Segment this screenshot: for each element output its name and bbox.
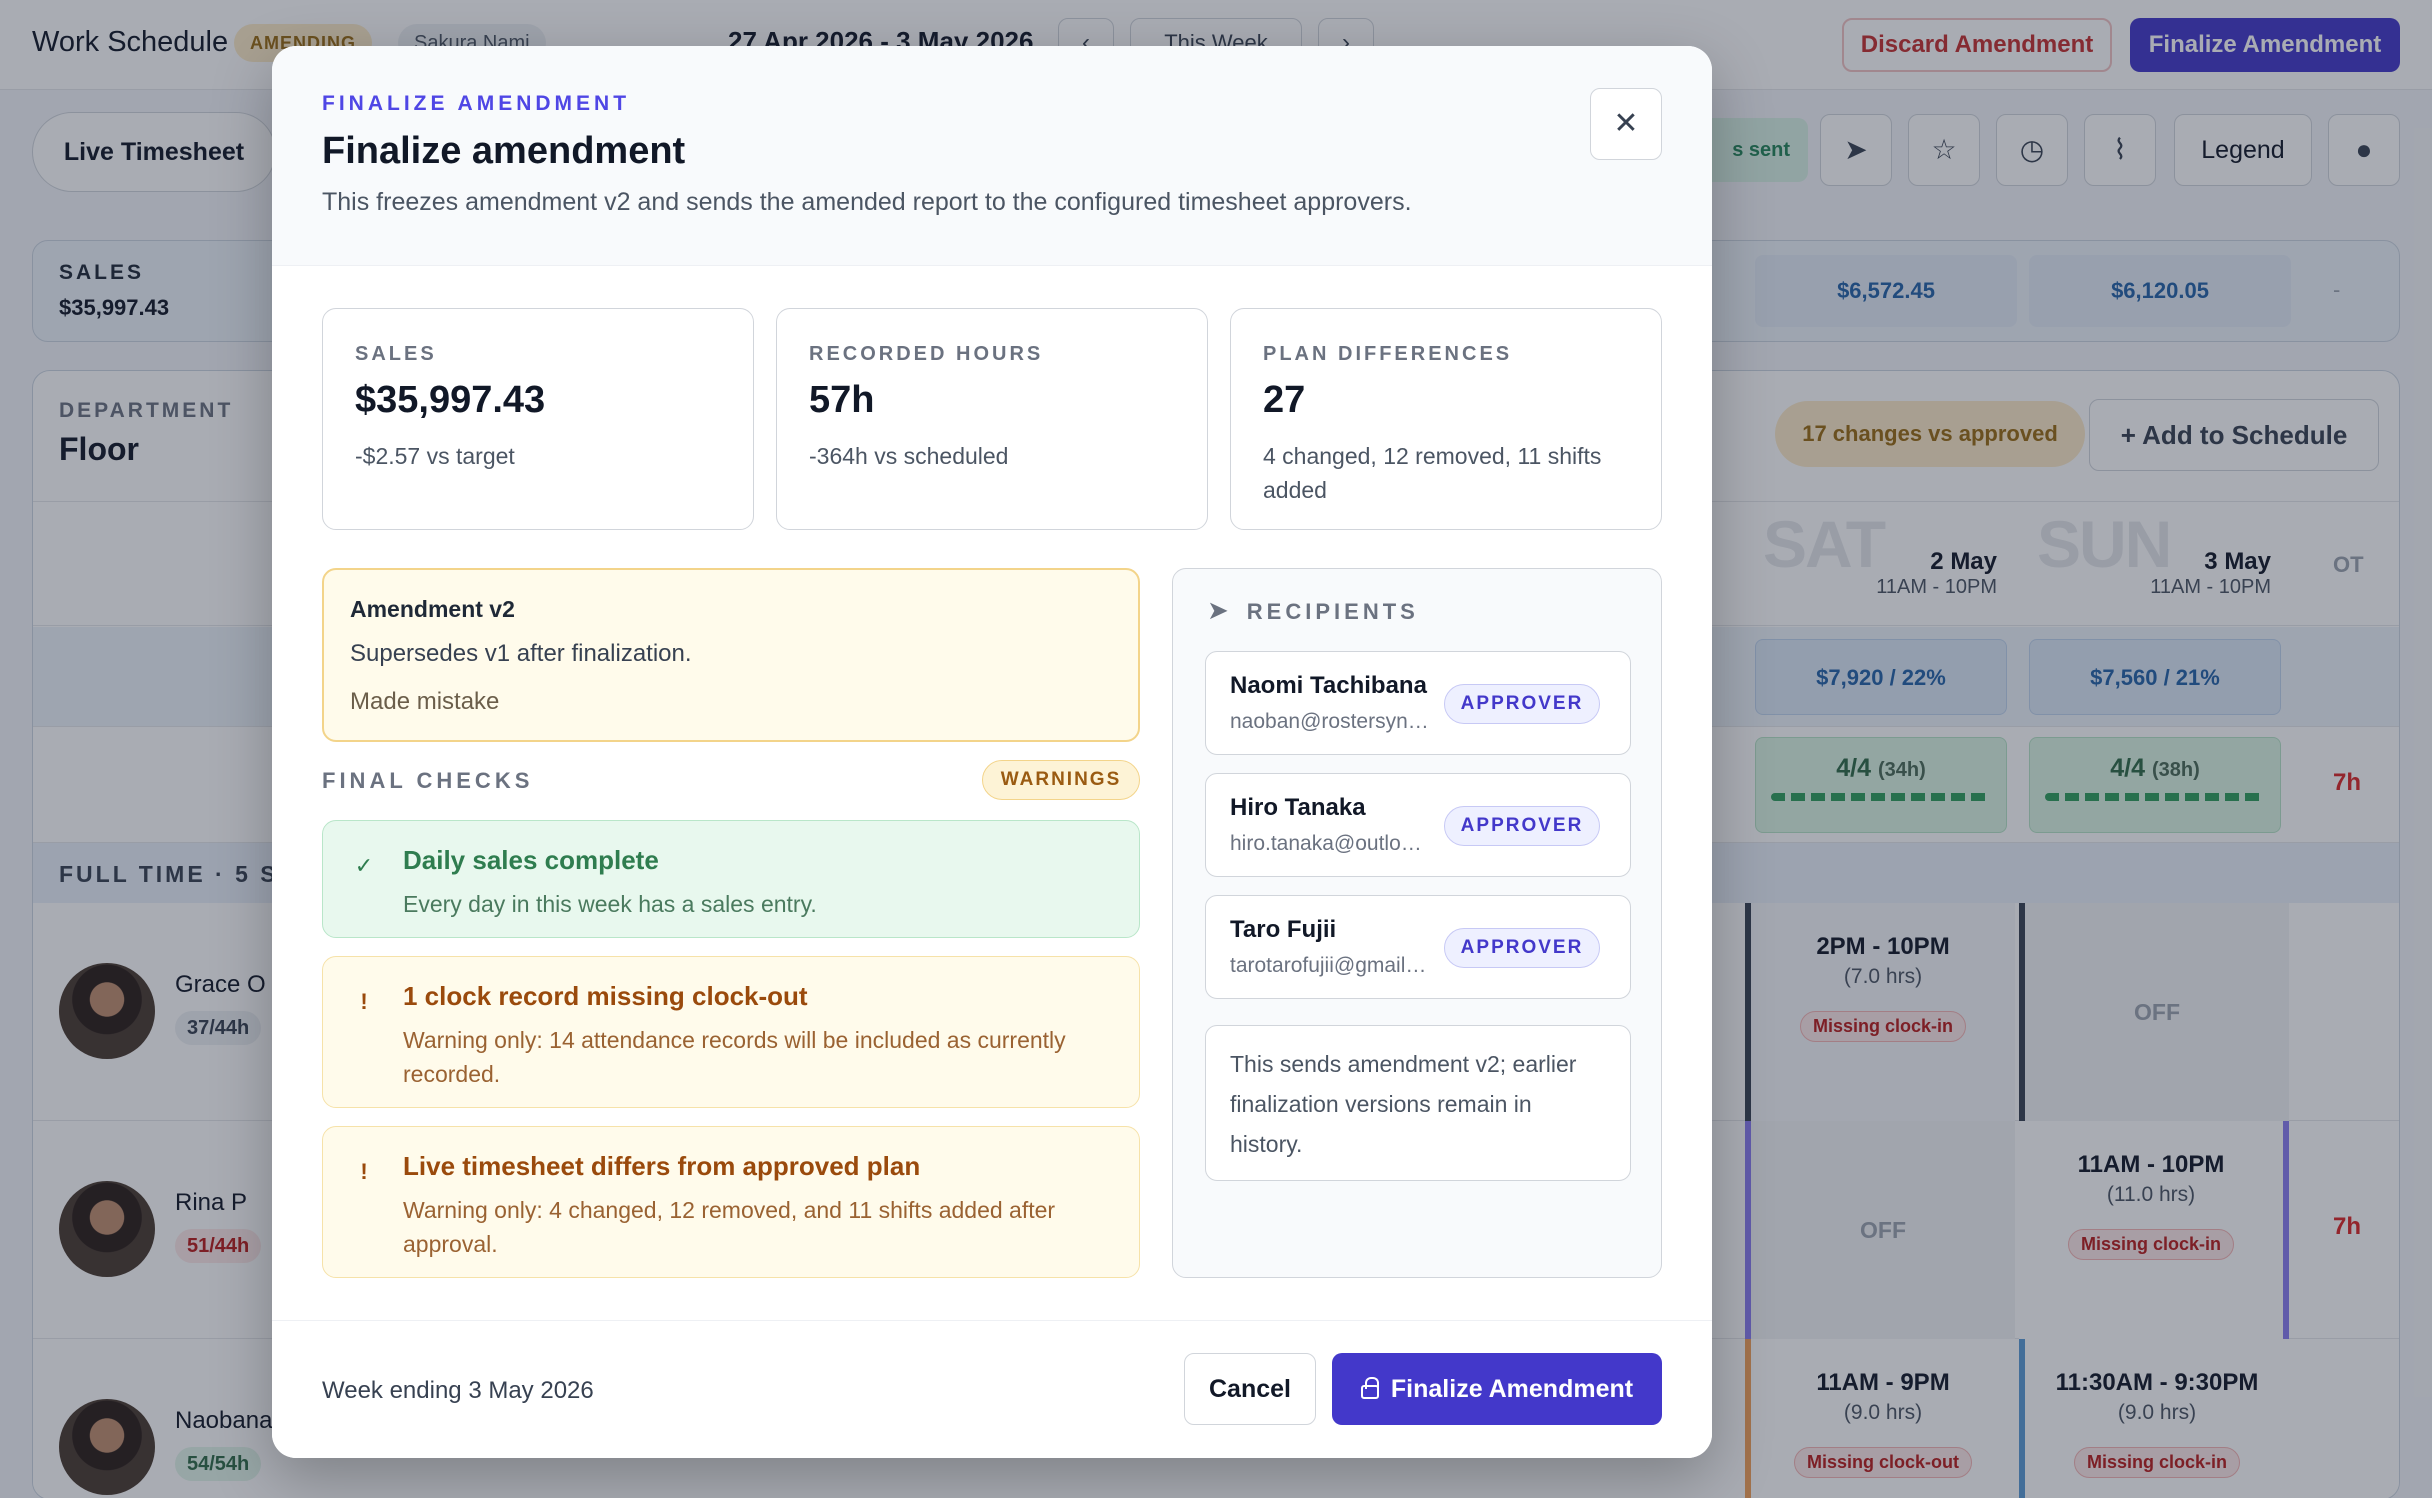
dialog-title: Finalize amendment bbox=[322, 130, 686, 172]
recipient-role-badge: APPROVER bbox=[1444, 806, 1600, 846]
stat-subtext: -$2.57 vs target bbox=[355, 443, 515, 469]
check-title: 1 clock record missing clock-out bbox=[403, 981, 808, 1011]
recipients-label: RECIPIENTS bbox=[1246, 599, 1419, 624]
check-icon: ✓ bbox=[354, 853, 374, 878]
recipient-email: naoban@rostersync.example bbox=[1230, 710, 1430, 733]
recipient-role-badge: APPROVER bbox=[1444, 928, 1600, 968]
recipient-role-badge: APPROVER bbox=[1444, 684, 1600, 724]
amendment-note: Made mistake bbox=[350, 688, 500, 715]
cancel-button[interactable]: Cancel bbox=[1184, 1353, 1316, 1425]
check-daily-sales: ✓ Daily sales complete Every day in this… bbox=[322, 820, 1140, 938]
recipient-email: tarotarofujii@gmail.example bbox=[1230, 954, 1430, 977]
dialog-eyebrow: FINALIZE AMENDMENT bbox=[322, 92, 631, 115]
stat-label: PLAN DIFFERENCES bbox=[1263, 343, 1513, 365]
check-title: Daily sales complete bbox=[403, 845, 659, 875]
amendment-info-box: Amendment v2 Supersedes v1 after finaliz… bbox=[322, 568, 1140, 742]
send-icon: ➤ bbox=[1207, 595, 1233, 625]
close-button[interactable]: ✕ bbox=[1590, 88, 1662, 160]
recipient-card: Taro Fujii tarotarofujii@gmail.example A… bbox=[1205, 895, 1631, 999]
lock-icon bbox=[1360, 1377, 1379, 1399]
stat-value: $35,997.43 bbox=[355, 379, 546, 421]
amendment-supersedes: Supersedes v1 after finalization. bbox=[350, 640, 692, 667]
dialog-footer: Week ending 3 May 2026 Cancel Finalize A… bbox=[272, 1320, 1712, 1458]
recipient-name: Taro Fujii bbox=[1230, 916, 1337, 943]
stat-card-sales: SALES $35,997.43 -$2.57 vs target bbox=[322, 308, 754, 530]
check-missing-clock-out: ! 1 clock record missing clock-out Warni… bbox=[322, 956, 1140, 1108]
dialog-description: This freezes amendment v2 and sends the … bbox=[322, 188, 1412, 216]
check-plan-differs: ! Live timesheet differs from approved p… bbox=[322, 1126, 1140, 1278]
recipient-email: hiro.tanaka@outlook.example bbox=[1230, 832, 1430, 855]
warnings-badge: WARNINGS bbox=[982, 760, 1140, 800]
check-text: Every day in this week has a sales entry… bbox=[403, 891, 817, 917]
stat-value: 57h bbox=[809, 379, 875, 421]
stat-value: 27 bbox=[1263, 379, 1306, 421]
warning-icon: ! bbox=[360, 1159, 368, 1184]
dialog-header: FINALIZE AMENDMENT Finalize amendment Th… bbox=[272, 46, 1712, 266]
stat-label: SALES bbox=[355, 343, 437, 365]
stat-subtext: -364h vs scheduled bbox=[809, 443, 1009, 469]
finalize-label: Finalize Amendment bbox=[1390, 1375, 1634, 1403]
finalize-amendment-button[interactable]: Finalize Amendment bbox=[1332, 1353, 1662, 1425]
check-title: Live timesheet differs from approved pla… bbox=[403, 1151, 921, 1181]
week-ending-text: Week ending 3 May 2026 bbox=[322, 1377, 594, 1404]
check-text: Warning only: 14 attendance records will… bbox=[403, 1027, 1066, 1087]
finalize-amendment-dialog: FINALIZE AMENDMENT Finalize amendment Th… bbox=[272, 46, 1712, 1458]
recipient-name: Naomi Tachibana bbox=[1230, 672, 1427, 699]
close-icon: ✕ bbox=[1613, 107, 1639, 140]
recipients-panel: ➤ RECIPIENTS Naomi Tachibana naoban@roste… bbox=[1172, 568, 1662, 1278]
recipient-card: Naomi Tachibana naoban@rostersync.exampl… bbox=[1205, 651, 1631, 755]
stat-label: RECORDED HOURS bbox=[809, 343, 1044, 365]
stat-card-differences: PLAN DIFFERENCES 27 4 changed, 12 remove… bbox=[1230, 308, 1662, 530]
recipient-name: Hiro Tanaka bbox=[1230, 794, 1366, 821]
check-text: Warning only: 4 changed, 12 removed, and… bbox=[403, 1197, 1056, 1257]
stat-card-hours: RECORDED HOURS 57h -364h vs scheduled bbox=[776, 308, 1208, 530]
recipients-note: This sends amendment v2; earlier finaliz… bbox=[1205, 1025, 1631, 1181]
recipient-card: Hiro Tanaka hiro.tanaka@outlook.example … bbox=[1205, 773, 1631, 877]
stat-subtext: 4 changed, 12 removed, 11 shifts added bbox=[1263, 443, 1602, 503]
recipients-header: ➤ RECIPIENTS bbox=[1207, 595, 1419, 626]
amendment-title: Amendment v2 bbox=[350, 596, 515, 622]
warning-icon: ! bbox=[360, 989, 368, 1014]
final-checks-label: FINAL CHECKS bbox=[322, 768, 534, 793]
